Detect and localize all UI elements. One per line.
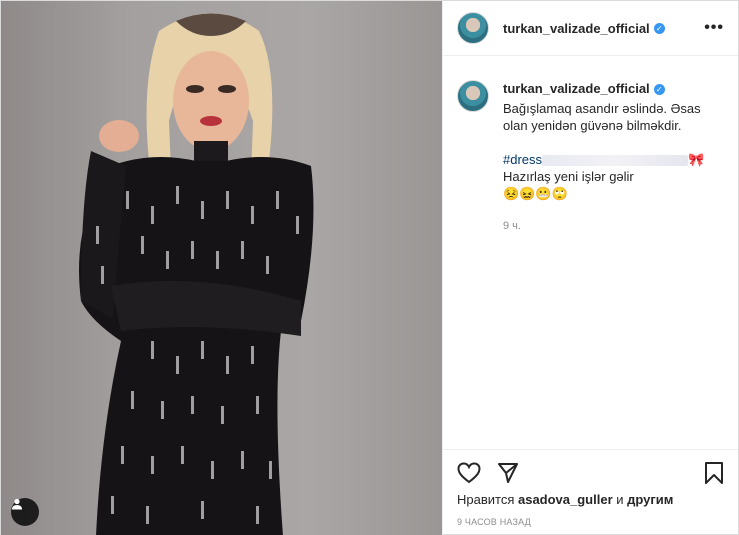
- action-icons: [457, 456, 724, 490]
- post-actions: Нравится asadova_guller и другим 9 часов…: [443, 449, 738, 535]
- caption-text: Bağışlamaq asandır əslində. Əsas olan ye…: [503, 101, 701, 133]
- photo-illustration: [79, 13, 314, 535]
- verified-badge-icon: ✓: [653, 22, 665, 34]
- post-sidebar: turkan_valizade_official ✓ ••• turkan_va…: [442, 1, 738, 535]
- share-button[interactable]: [497, 462, 519, 484]
- hashtag-link[interactable]: #dress: [503, 152, 542, 167]
- tagged-people-button[interactable]: [11, 498, 39, 526]
- likes-summary: Нравится asadova_guller и другим: [457, 492, 724, 507]
- caption-emojis: 😣😖😬🙄: [503, 186, 568, 201]
- blurred-text: [542, 155, 689, 167]
- liker-username[interactable]: asadova_guller: [518, 492, 613, 507]
- heart-icon: [457, 462, 481, 484]
- caption-username[interactable]: turkan_valizade_official: [503, 81, 650, 96]
- avatar[interactable]: [457, 12, 489, 44]
- likes-prefix: Нравится: [457, 492, 518, 507]
- caption-after-hashtag: Hazırlaş yeni işlər gəlir: [503, 169, 634, 184]
- bow-emoji: 🎀: [688, 152, 705, 167]
- caption-avatar[interactable]: [457, 80, 489, 112]
- bookmark-icon: [705, 462, 723, 484]
- save-button[interactable]: [704, 461, 724, 485]
- likes-others-link[interactable]: другим: [627, 492, 673, 507]
- caption: turkan_valizade_official ✓ Bağışlamaq asa…: [457, 80, 722, 202]
- person-icon: [12, 498, 22, 510]
- instagram-post: turkan_valizade_official ✓ ••• turkan_va…: [0, 0, 739, 535]
- post-photo[interactable]: [1, 1, 442, 535]
- header-username[interactable]: turkan_valizade_official: [503, 21, 650, 36]
- post-timestamp[interactable]: 9 часов назад: [457, 517, 724, 527]
- caption-time: 9 ч.: [503, 220, 521, 232]
- caption-body: turkan_valizade_official ✓ Bağışlamaq asa…: [503, 80, 723, 202]
- comments-area: turkan_valizade_official ✓ Bağışlamaq asa…: [443, 56, 738, 449]
- like-button[interactable]: [457, 462, 481, 484]
- post-header: turkan_valizade_official ✓ •••: [443, 1, 738, 56]
- caption-hashtag-line: #dress 🎀 Hazırlaş yeni işlər gəlir: [503, 151, 723, 185]
- likes-suffix: и: [612, 492, 628, 507]
- send-icon: [498, 463, 518, 483]
- more-options-button[interactable]: •••: [704, 19, 724, 37]
- verified-badge-icon: ✓: [653, 84, 665, 96]
